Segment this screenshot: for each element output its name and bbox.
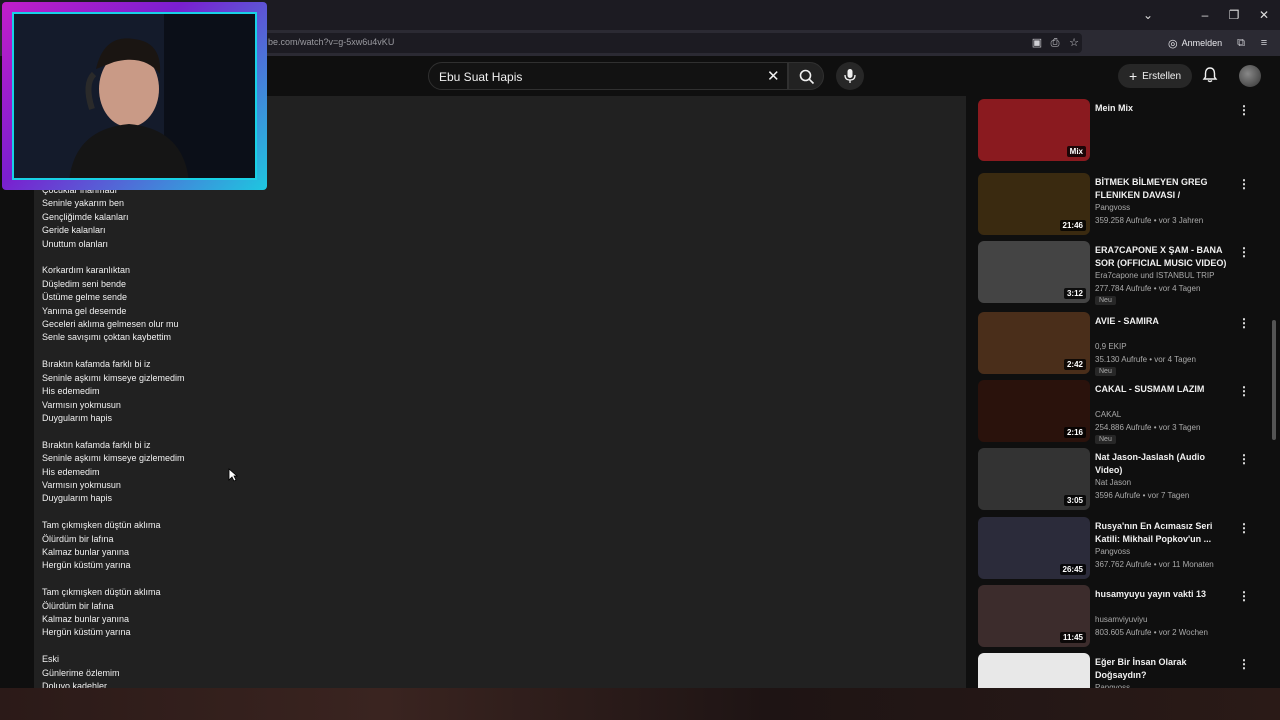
search-value: Ebu Suat Hapis bbox=[439, 70, 523, 84]
sidebar-scrollbar[interactable] bbox=[1272, 320, 1276, 440]
restore-icon[interactable]: ❐ bbox=[1225, 6, 1243, 24]
person-silhouette-icon bbox=[14, 14, 255, 178]
more-options-icon[interactable]: ⋮ bbox=[1238, 452, 1250, 466]
video-thumbnail[interactable]: 26:45 bbox=[978, 517, 1090, 579]
bottom-background-strip bbox=[0, 688, 1280, 720]
minimize-icon[interactable]: – bbox=[1196, 6, 1214, 24]
recommendation-item[interactable]: Eğer Bir İnsan Olarak Doğsaydın? Pangvoss… bbox=[978, 653, 1268, 688]
channel-name[interactable]: Era7capone und ISTANBUL TRIP bbox=[1095, 271, 1214, 280]
more-options-icon[interactable]: ⋮ bbox=[1238, 245, 1250, 259]
channel-name[interactable]: Pangvoss bbox=[1095, 547, 1130, 556]
notifications-bell-icon[interactable] bbox=[1201, 66, 1219, 84]
video-thumbnail[interactable]: 2:16 bbox=[978, 380, 1090, 442]
more-options-icon[interactable]: ⋮ bbox=[1238, 589, 1250, 603]
more-options-icon[interactable]: ⋮ bbox=[1238, 384, 1250, 398]
channel-name[interactable]: husamviyuviyu bbox=[1095, 615, 1147, 624]
more-options-icon[interactable]: ⋮ bbox=[1238, 316, 1250, 330]
channel-name[interactable]: Pangvoss bbox=[1095, 203, 1130, 212]
video-thumbnail[interactable]: 21:46 bbox=[978, 173, 1090, 235]
more-options-icon[interactable]: ⋮ bbox=[1238, 103, 1250, 117]
more-options-icon[interactable]: ⋮ bbox=[1238, 177, 1250, 191]
create-label: Erstellen bbox=[1142, 70, 1182, 82]
duration-badge: 3:05 bbox=[1063, 495, 1086, 506]
recommendation-item[interactable]: 26:45 Rusya'nın En Acımasız Seri Katili: … bbox=[978, 517, 1268, 579]
video-thumbnail[interactable] bbox=[978, 653, 1090, 688]
video-title[interactable]: Nat Jason-Jaslash (Audio Video) bbox=[1095, 451, 1233, 477]
lyrics-text: Çocuklar inanmadı Seninle yakarım ben Ge… bbox=[42, 185, 185, 688]
channel-name[interactable]: CAKAL bbox=[1095, 410, 1121, 419]
clear-search-icon[interactable]: ✕ bbox=[767, 67, 780, 85]
webcam-video bbox=[12, 12, 257, 180]
video-thumbnail[interactable]: 2:42 bbox=[978, 312, 1090, 374]
address-bar[interactable]: be.com/watch?v=g-5xw6u4vKU bbox=[262, 33, 1082, 53]
recommendations-sidebar: Mix Mein Mix ⋮ 21:46 BİTMEK BİLMEYEN GREG FL… bbox=[968, 96, 1280, 688]
webcam-overlay bbox=[2, 2, 267, 190]
create-button[interactable]: + Erstellen bbox=[1118, 64, 1192, 88]
search-button[interactable] bbox=[788, 62, 824, 90]
video-thumbnail[interactable]: 11:45 bbox=[978, 585, 1090, 647]
new-badge: Neu bbox=[1095, 435, 1116, 444]
view-count-meta: 803.605 Aufrufe • vor 2 Wochen bbox=[1095, 628, 1208, 637]
view-count-meta: 359.258 Aufrufe • vor 3 Jahren bbox=[1095, 216, 1204, 225]
channel-name[interactable]: Nat Jason bbox=[1095, 478, 1131, 487]
video-title[interactable]: Mein Mix bbox=[1095, 102, 1233, 115]
recommendation-item[interactable]: 3:12 ERA7CAPONE X ŞAM - BANA SOR (OFFICIA… bbox=[978, 241, 1268, 305]
account-icon: ◎ bbox=[1168, 37, 1178, 50]
recommendation-item[interactable]: Mix Mein Mix ⋮ bbox=[978, 99, 1268, 161]
duration-badge: 26:45 bbox=[1059, 564, 1086, 575]
bookmark-star-icon[interactable]: ☆ bbox=[1067, 36, 1081, 50]
picture-in-picture-icon[interactable]: ▣ bbox=[1030, 36, 1044, 50]
microphone-icon bbox=[844, 69, 856, 83]
video-thumbnail[interactable]: Mix bbox=[978, 99, 1090, 161]
tab-list-icon[interactable]: ⌄ bbox=[1139, 6, 1157, 24]
search-input[interactable]: Ebu Suat Hapis ✕ bbox=[428, 62, 788, 90]
video-title[interactable]: ERA7CAPONE X ŞAM - BANA SOR (OFFICIAL MU… bbox=[1095, 244, 1233, 270]
new-badge: Neu bbox=[1095, 367, 1116, 376]
voice-search-button[interactable] bbox=[836, 62, 864, 90]
video-title[interactable]: BİTMEK BİLMEYEN GREG FLENIKEN DAVASI / D… bbox=[1095, 176, 1233, 202]
video-title[interactable]: Rusya'nın En Acımasız Seri Katili: Mikha… bbox=[1095, 520, 1233, 546]
video-thumbnail[interactable]: 3:05 bbox=[978, 448, 1090, 510]
duration-badge: 2:42 bbox=[1063, 359, 1086, 370]
more-options-icon[interactable]: ⋮ bbox=[1238, 657, 1250, 671]
recommendation-item[interactable]: 2:16 CAKAL - SUSMAM LAZIM CAKAL 254.886 Auf… bbox=[978, 380, 1268, 444]
search-icon bbox=[799, 69, 815, 85]
view-count-meta: 367.762 Aufrufe • vor 11 Monaten bbox=[1095, 560, 1214, 569]
duration-badge: 2:16 bbox=[1063, 427, 1086, 438]
recommendation-item[interactable]: 2:42 AVIE - SAMIRA 0,9 EKIP 35.130 Aufrufe … bbox=[978, 312, 1268, 376]
user-avatar[interactable] bbox=[1239, 65, 1261, 87]
video-title[interactable]: CAKAL - SUSMAM LAZIM bbox=[1095, 383, 1233, 396]
new-badge: Neu bbox=[1095, 296, 1116, 305]
signin-button[interactable]: ◎ Anmelden bbox=[1168, 36, 1222, 50]
duration-badge: 3:12 bbox=[1063, 288, 1086, 299]
duration-badge: 21:46 bbox=[1059, 220, 1086, 231]
recommendation-item[interactable]: 21:46 BİTMEK BİLMEYEN GREG FLENIKEN DAVAS… bbox=[978, 173, 1268, 235]
duration-badge: Mix bbox=[1066, 146, 1086, 157]
url-text: be.com/watch?v=g-5xw6u4vKU bbox=[268, 37, 395, 47]
video-title[interactable]: Eğer Bir İnsan Olarak Doğsaydın? bbox=[1095, 656, 1233, 682]
menu-icon[interactable]: ≡ bbox=[1257, 36, 1271, 50]
view-count-meta: 35.130 Aufrufe • vor 4 Tagen bbox=[1095, 355, 1196, 364]
extensions-icon[interactable]: ⧉ bbox=[1234, 36, 1248, 50]
close-window-icon[interactable]: ✕ bbox=[1255, 6, 1273, 24]
video-title[interactable]: AVIE - SAMIRA bbox=[1095, 315, 1233, 328]
view-count-meta: 3596 Aufrufe • vor 7 Tagen bbox=[1095, 491, 1190, 500]
channel-name[interactable]: 0,9 EKIP bbox=[1095, 342, 1127, 351]
recommendation-item[interactable]: 3:05 Nat Jason-Jaslash (Audio Video) Nat J… bbox=[978, 448, 1268, 510]
signin-label: Anmelden bbox=[1181, 38, 1223, 48]
plus-icon: + bbox=[1128, 68, 1138, 84]
view-count-meta: 254.886 Aufrufe • vor 3 Tagen bbox=[1095, 423, 1201, 432]
more-options-icon[interactable]: ⋮ bbox=[1238, 521, 1250, 535]
duration-badge: 11:45 bbox=[1059, 632, 1086, 643]
view-count-meta: 277.784 Aufrufe • vor 4 Tagen bbox=[1095, 284, 1201, 293]
video-title[interactable]: husamyuyu yayın vakti 13 bbox=[1095, 588, 1233, 601]
recommendation-item[interactable]: 11:45 husamyuyu yayın vakti 13 husamviyuvi… bbox=[978, 585, 1268, 647]
mouse-cursor-icon bbox=[228, 468, 238, 482]
video-thumbnail[interactable]: 3:12 bbox=[978, 241, 1090, 303]
save-page-icon[interactable]: ⎙ bbox=[1048, 36, 1062, 50]
